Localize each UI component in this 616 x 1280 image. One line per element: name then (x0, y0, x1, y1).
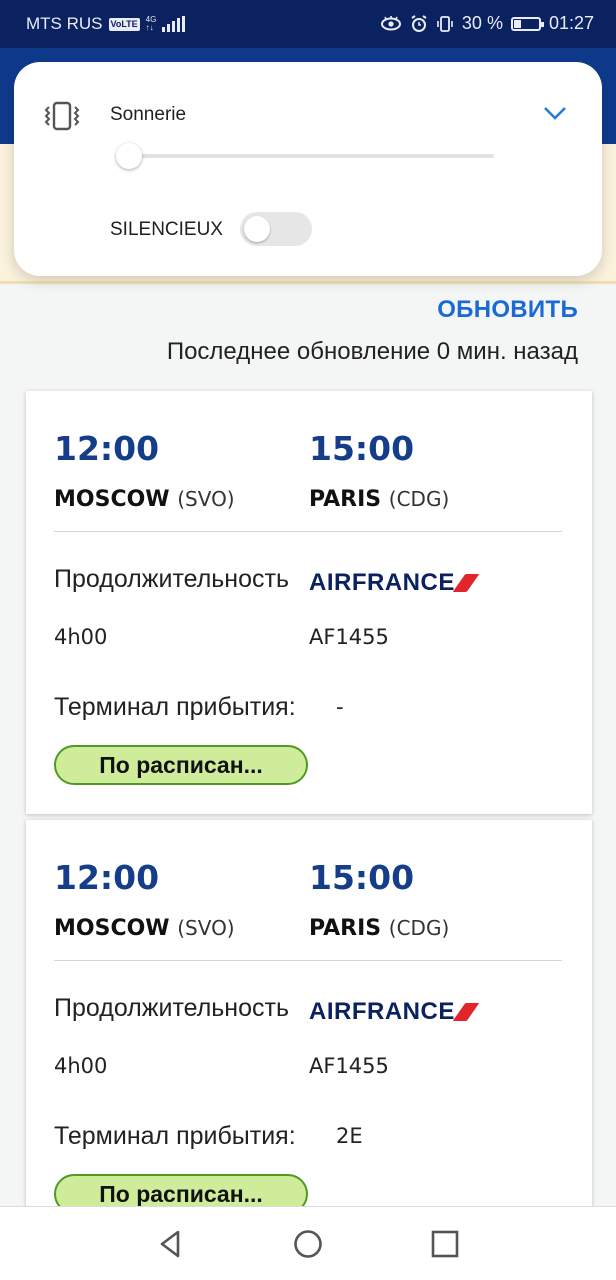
terminal-label: Терминал прибытия: (54, 1122, 296, 1150)
airline-logo: AIRFRANCE (309, 569, 480, 597)
terminal-value: - (336, 695, 344, 719)
duration-value: 4h00 (54, 1054, 108, 1078)
refresh-button[interactable]: ОБНОВИТЬ (437, 296, 578, 324)
home-circle-icon[interactable] (291, 1227, 325, 1261)
ringer-title: Sonnerie (110, 104, 187, 125)
status-bar: MTS RUS VoLTE 4G ↑↓ 30 % 01:27 (0, 0, 616, 48)
terminal-value: 2E (336, 1124, 363, 1148)
departure-time: 12:00 (54, 429, 160, 468)
back-triangle-icon[interactable] (154, 1227, 188, 1261)
last-update-text: Последнее обновление 0 мин. назад (166, 338, 578, 365)
departure-code: (SVO) (177, 916, 235, 940)
arrival-code: (CDG) (388, 487, 450, 511)
departure-city: MOSCOW (SVO) (54, 487, 235, 512)
status-badge: По расписан... (54, 745, 308, 785)
ringer-volume-slider[interactable] (116, 143, 494, 169)
signal-icon (162, 16, 186, 32)
departure-time: 12:00 (54, 858, 160, 897)
terminal-label: Терминал прибытия: (54, 693, 296, 721)
airline-logo: AIRFRANCE (309, 998, 480, 1026)
arrival-city: PARIS (CDG) (309, 487, 450, 512)
network-type: 4G ↑↓ (145, 15, 157, 32)
arrival-time: 15:00 (309, 858, 415, 897)
toggle-knob (244, 216, 270, 242)
duration-value: 4h00 (54, 625, 108, 649)
alarm-icon (411, 14, 427, 32)
divider (54, 960, 562, 961)
eye-comfort-icon (380, 15, 401, 30)
carrier-name: MTS RUS (26, 14, 103, 33)
volume-panel: Sonnerie SILENCIEUX (14, 62, 602, 276)
flight-card[interactable]: 12:00 15:00 MOSCOW (SVO) PARIS (CDG) Про… (26, 391, 592, 814)
flight-card[interactable]: 12:00 15:00 MOSCOW (SVO) PARIS (CDG) Про… (26, 820, 592, 1240)
vibrate-status-icon (437, 15, 453, 32)
recents-square-icon[interactable] (428, 1227, 462, 1261)
departure-code: (SVO) (177, 487, 235, 511)
airline-logo-mark (452, 574, 480, 592)
slider-thumb[interactable] (116, 143, 142, 169)
chevron-down-icon[interactable] (542, 104, 568, 122)
volte-badge: VoLTE (108, 17, 140, 31)
clock: 01:27 (548, 13, 594, 33)
silent-toggle[interactable] (240, 212, 312, 246)
status-right: 30 % 01:27 (380, 13, 594, 34)
airline-logo-mark (452, 1003, 480, 1021)
flight-number: AF1455 (309, 1054, 389, 1078)
duration-label: Продолжительность (54, 994, 289, 1022)
vibrate-icon[interactable] (42, 100, 82, 132)
battery-percent: 30 % (461, 13, 503, 33)
flight-number: AF1455 (309, 625, 389, 649)
arrival-code: (CDG) (388, 916, 450, 940)
arrival-city: PARIS (CDG) (309, 916, 450, 941)
duration-label: Продолжительность (54, 565, 289, 593)
silent-label: SILENCIEUX (110, 219, 223, 240)
departure-city: MOSCOW (SVO) (54, 916, 235, 941)
divider (54, 531, 562, 532)
battery-icon (510, 16, 544, 31)
navigation-bar (0, 1206, 616, 1280)
status-left: MTS RUS VoLTE 4G ↑↓ (26, 14, 186, 34)
arrival-time: 15:00 (309, 429, 415, 468)
